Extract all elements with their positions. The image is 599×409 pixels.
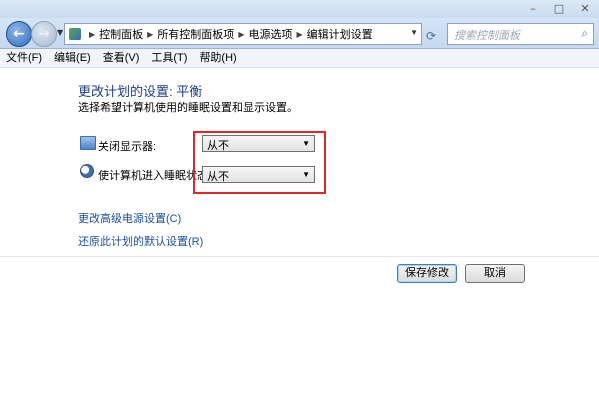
refresh-icon[interactable]: ⟳: [426, 29, 436, 43]
address-dropdown-icon[interactable]: ▼: [410, 28, 418, 37]
page-subtitle: 选择希望计算机使用的睡眠设置和显示设置。: [78, 102, 298, 114]
close-icon[interactable]: ✕: [577, 2, 593, 16]
forward-button[interactable]: →: [31, 21, 57, 47]
breadcrumb-separator-icon[interactable]: ▶: [296, 30, 302, 39]
breadcrumb-separator-icon[interactable]: ▶: [89, 30, 95, 39]
divider: [0, 256, 599, 257]
breadcrumb-control-panel[interactable]: 控制面板: [99, 26, 143, 42]
menu-help[interactable]: 帮助(H): [193, 49, 242, 67]
turn-off-display-value: 从不: [207, 140, 229, 152]
breadcrumb[interactable]: ▶ 控制面板 ▶ 所有控制面板项 ▶ 电源选项 ▶ 编辑计划设置 ▼: [64, 23, 422, 45]
breadcrumb-all-items[interactable]: 所有控制面板项: [157, 26, 234, 42]
search-placeholder: 搜索控制面板: [454, 30, 520, 42]
turn-off-display-select[interactable]: 从不 ▼: [202, 135, 315, 152]
restore-defaults-link[interactable]: 还原此计划的默认设置(R): [78, 233, 203, 249]
advanced-power-settings-link[interactable]: 更改高级电源设置(C): [78, 210, 181, 226]
sleep-select[interactable]: 从不 ▼: [202, 166, 315, 183]
turn-off-display-label: 关闭显示器:: [98, 141, 157, 153]
back-button[interactable]: ←: [6, 21, 32, 47]
save-changes-button[interactable]: 保存修改: [397, 264, 457, 283]
menu-tools[interactable]: 工具(T): [145, 49, 193, 67]
sleep-value: 从不: [207, 171, 229, 183]
breadcrumb-edit-plan[interactable]: 编辑计划设置: [307, 26, 373, 42]
window-controls: – □ ✕: [525, 2, 593, 16]
page-title: 更改计划的设置: 平衡: [78, 84, 203, 99]
menu-edit[interactable]: 编辑(E): [48, 49, 97, 67]
main-content: 更改计划的设置: 平衡 选择希望计算机使用的睡眠设置和显示设置。 关闭显示器: …: [0, 68, 599, 409]
search-box[interactable]: 搜索控制面板 ⌕: [447, 23, 594, 45]
menu-bar: 文件(F) 编辑(E) 查看(V) 工具(T) 帮助(H): [0, 49, 599, 68]
breadcrumb-separator-icon[interactable]: ▶: [238, 30, 244, 39]
address-bar: ← → ▼ ▶ 控制面板 ▶ 所有控制面板项 ▶ 电源选项 ▶ 编辑计划设置 ▼…: [0, 18, 599, 49]
chevron-down-icon: ▼: [302, 170, 310, 179]
maximize-icon[interactable]: □: [551, 2, 567, 16]
window-title-bar: – □ ✕: [0, 0, 599, 19]
minimize-icon[interactable]: –: [525, 2, 541, 16]
breadcrumb-power-options[interactable]: 电源选项: [248, 26, 292, 42]
monitor-icon: [80, 136, 96, 150]
moon-icon: [80, 164, 94, 178]
back-arrow-icon: ←: [13, 26, 25, 42]
forward-arrow-icon: →: [38, 26, 50, 42]
search-icon[interactable]: ⌕: [581, 26, 588, 41]
control-panel-icon: [69, 28, 81, 40]
cancel-button[interactable]: 取消: [465, 264, 525, 283]
menu-view[interactable]: 查看(V): [97, 49, 146, 67]
chevron-down-icon: ▼: [302, 139, 310, 148]
menu-file[interactable]: 文件(F): [0, 49, 48, 67]
history-dropdown-icon[interactable]: ▼: [57, 28, 63, 37]
breadcrumb-separator-icon[interactable]: ▶: [147, 30, 153, 39]
